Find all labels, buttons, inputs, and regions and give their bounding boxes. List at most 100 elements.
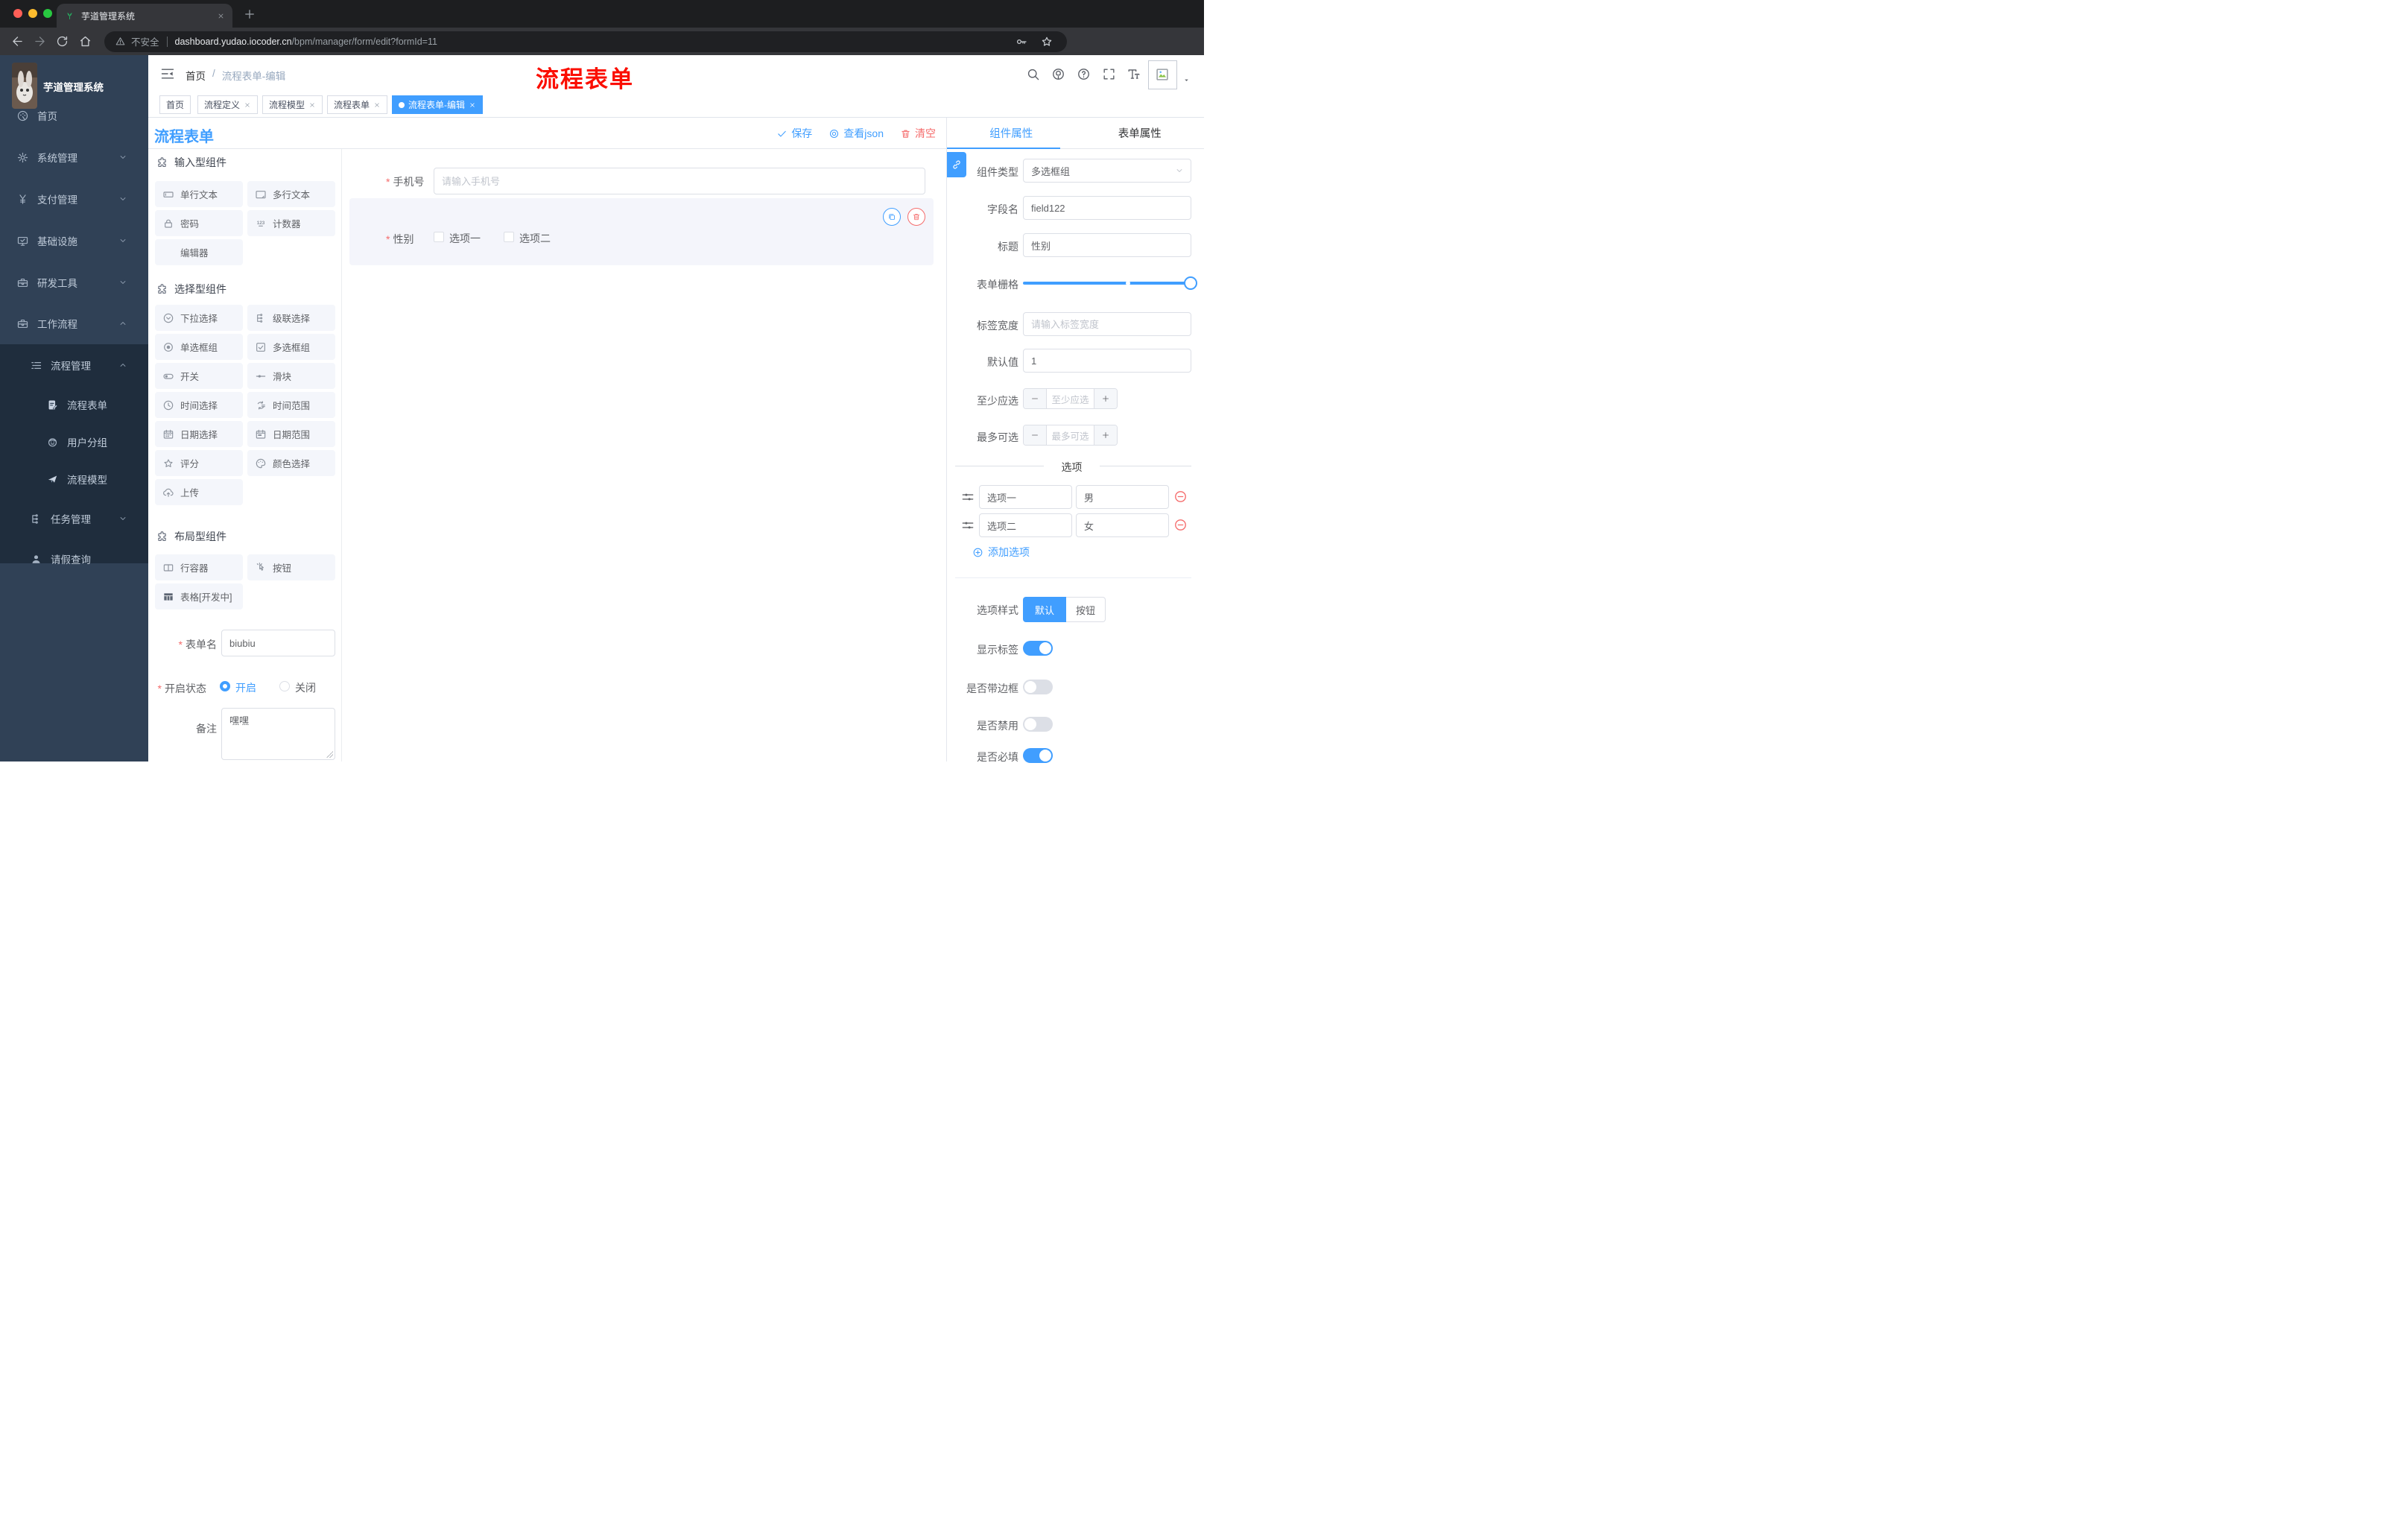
tag-close-icon[interactable] [308, 101, 316, 109]
component-time-picker[interactable]: 时间选择 [155, 392, 243, 418]
tab-form-props[interactable]: 表单属性 [1076, 118, 1205, 148]
tab-close-icon[interactable] [217, 12, 225, 20]
component-date-range[interactable]: 日期范围 [247, 421, 335, 447]
back-button[interactable] [10, 34, 25, 48]
border-toggle[interactable] [1023, 680, 1053, 694]
status-on-label[interactable]: 开启 [235, 680, 256, 695]
form-grid-slider[interactable] [1023, 276, 1197, 290]
remove-option-icon[interactable] [1173, 518, 1188, 532]
component-slider[interactable]: 滑块 [247, 363, 335, 389]
bookmark-star-icon[interactable] [1040, 35, 1054, 48]
reload-button[interactable] [55, 34, 69, 48]
component-type-select[interactable]: 多选框组 [1023, 159, 1191, 183]
selected-component-block[interactable]: 性别 选项一 选项二 [349, 198, 934, 265]
style-button-button[interactable]: 按钮 [1066, 597, 1106, 622]
component-table[interactable]: 表格[开发中] [155, 583, 243, 609]
clear-button[interactable]: 清空 [900, 126, 936, 141]
component-rate[interactable]: 评分 [155, 450, 243, 476]
disabled-toggle[interactable] [1023, 717, 1053, 732]
remove-option-icon[interactable] [1173, 490, 1188, 504]
save-button[interactable]: 保存 [776, 126, 812, 141]
required-toggle[interactable] [1023, 748, 1053, 763]
tag-process-form-edit[interactable]: 流程表单-编辑 [392, 95, 483, 114]
textarea-resize-handle[interactable] [326, 751, 333, 758]
component-date-picker[interactable]: 日期选择 [155, 421, 243, 447]
default-value-input[interactable] [1023, 349, 1191, 373]
component-row-container[interactable]: 行容器 [155, 554, 243, 580]
component-cascader[interactable]: 级联选择 [247, 305, 335, 331]
label-width-input[interactable] [1023, 312, 1191, 336]
component-counter[interactable]: 123 计数器 [247, 210, 335, 236]
breadcrumb-home[interactable]: 首页 [186, 68, 206, 83]
sidebar-item-workflow[interactable]: 工作流程 [0, 305, 148, 342]
component-time-range[interactable]: 时间范围 [247, 392, 335, 418]
component-button[interactable]: 按钮 [247, 554, 335, 580]
password-key-icon[interactable] [1015, 35, 1028, 48]
sidebar-item-home[interactable]: 首页 [0, 97, 148, 134]
component-password[interactable]: 密码 [155, 210, 243, 236]
component-editor[interactable]: 编辑器 [155, 239, 243, 265]
component-switch[interactable]: 开关 [155, 363, 243, 389]
home-button[interactable] [78, 34, 92, 48]
copy-component-button[interactable] [883, 208, 901, 226]
show-label-toggle[interactable] [1023, 641, 1053, 656]
sidebar-item-process-form[interactable]: 流程表单 [0, 386, 148, 423]
style-default-button[interactable]: 默认 [1023, 597, 1067, 622]
title-input[interactable] [1023, 233, 1191, 257]
avatar-caret-icon[interactable] [1182, 76, 1191, 84]
phone-input[interactable] [434, 168, 925, 194]
tab-component-props[interactable]: 组件属性 [947, 118, 1076, 148]
option1-label-input[interactable] [979, 485, 1072, 509]
component-select[interactable]: 下拉选择 [155, 305, 243, 331]
sidebar-item-task-mgmt[interactable]: 任务管理 [0, 500, 148, 537]
component-upload[interactable]: 上传 [155, 479, 243, 505]
drag-handle-icon[interactable] [960, 490, 975, 504]
tag-process-model[interactable]: 流程模型 [262, 95, 323, 114]
component-checkbox-group[interactable]: 多选框组 [247, 334, 335, 360]
drag-handle-icon[interactable] [960, 518, 975, 533]
component-textarea[interactable]: 多行文本 [247, 181, 335, 207]
max-select-stepper[interactable]: 最多可选 [1023, 425, 1118, 446]
delete-component-button[interactable] [907, 208, 925, 226]
help-icon[interactable] [1077, 67, 1091, 81]
window-minimize-button[interactable] [28, 9, 37, 18]
slider-handle[interactable] [1184, 276, 1197, 290]
window-close-button[interactable] [13, 9, 22, 18]
browser-tab[interactable]: 芋道管理系统 [57, 4, 232, 28]
component-radio-group[interactable]: 单选框组 [155, 334, 243, 360]
tag-close-icon[interactable] [373, 101, 381, 109]
status-on-radio[interactable] [220, 681, 230, 691]
address-bar[interactable]: 不安全 dashboard.yudao.iocoder.cn/bpm/manag… [104, 31, 1067, 52]
stepper-decrease-button[interactable] [1024, 389, 1046, 408]
window-zoom-button[interactable] [43, 9, 52, 18]
sidebar-item-user-group[interactable]: 用户分组 [0, 423, 148, 460]
add-option-button[interactable]: 添加选项 [972, 545, 1030, 560]
tag-close-icon[interactable] [469, 101, 476, 109]
remark-textarea[interactable]: 嘿嘿 [221, 708, 335, 760]
stepper-increase-button[interactable] [1094, 389, 1117, 408]
sidebar-item-process-mgmt[interactable]: 流程管理 [0, 346, 148, 384]
github-icon[interactable] [1051, 67, 1065, 81]
view-json-button[interactable]: 查看json [828, 126, 884, 141]
gender-option2-checkbox[interactable] [504, 232, 514, 242]
option1-value-input[interactable] [1076, 485, 1169, 509]
component-text-input[interactable]: 单行文本 [155, 181, 243, 207]
sidebar-collapse-button[interactable] [160, 66, 175, 81]
option2-label-input[interactable] [979, 513, 1072, 537]
component-color-picker[interactable]: 颜色选择 [247, 450, 335, 476]
search-icon[interactable] [1026, 67, 1040, 81]
status-off-label[interactable]: 关闭 [295, 680, 316, 695]
sidebar-item-infra[interactable]: 基础设施 [0, 222, 148, 259]
new-tab-button[interactable] [243, 7, 256, 21]
stepper-value[interactable]: 最多可选 [1046, 425, 1094, 445]
stepper-increase-button[interactable] [1094, 425, 1117, 445]
forward-button[interactable] [33, 34, 47, 48]
sidebar-item-process-model[interactable]: 流程模型 [0, 460, 148, 498]
option2-value-input[interactable] [1076, 513, 1169, 537]
sidebar-item-payment[interactable]: 支付管理 [0, 180, 148, 218]
form-name-input[interactable] [221, 630, 335, 656]
tag-close-icon[interactable] [244, 101, 251, 109]
font-size-icon[interactable] [1127, 67, 1141, 81]
min-select-stepper[interactable]: 至少应选 [1023, 388, 1118, 409]
status-off-radio[interactable] [279, 681, 290, 691]
